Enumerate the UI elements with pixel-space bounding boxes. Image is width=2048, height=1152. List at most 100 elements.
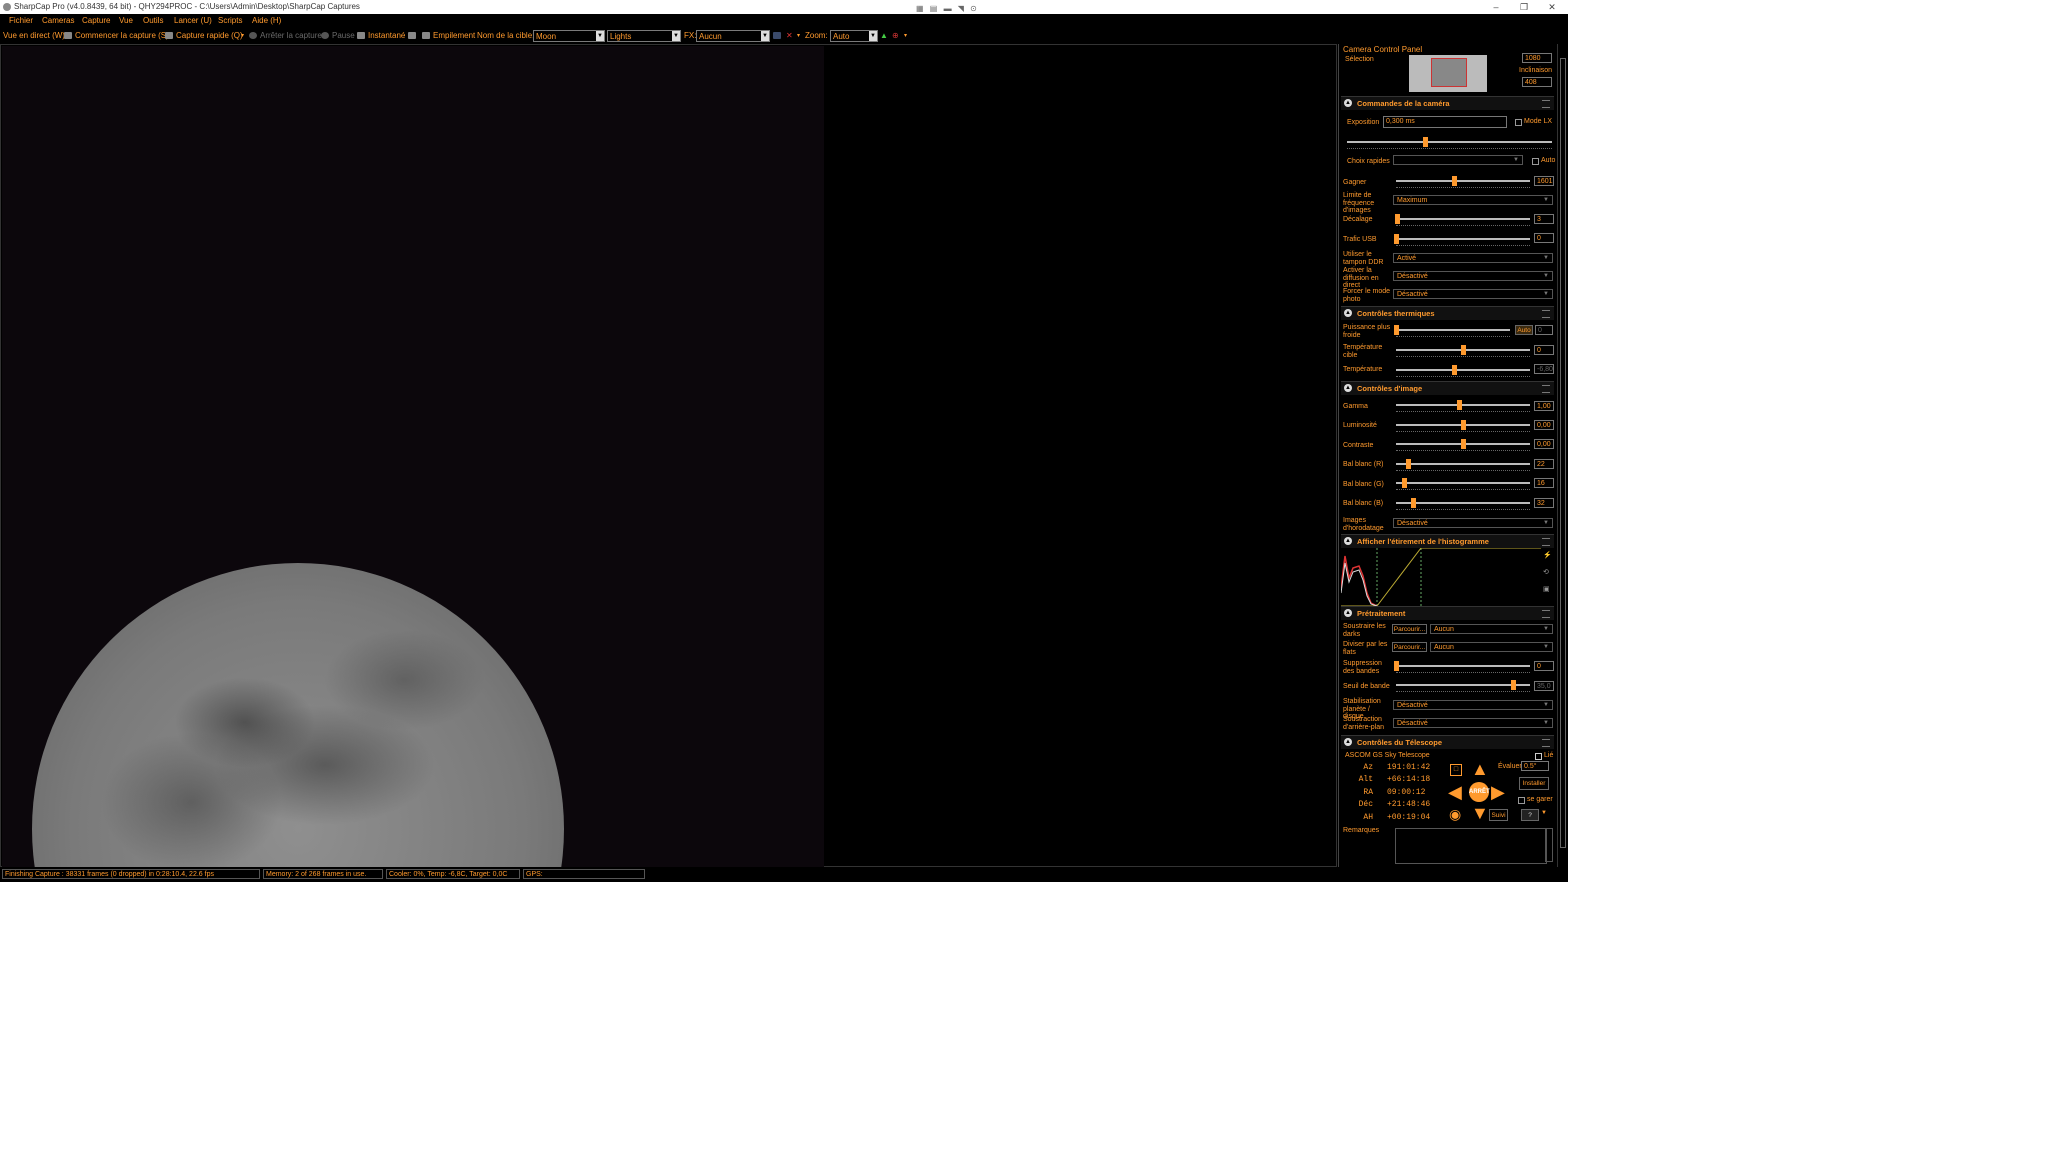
gamma-input[interactable]: 1,00 xyxy=(1534,401,1554,411)
photo-mode-select[interactable]: Désactivé ▼ xyxy=(1393,289,1553,299)
wb-green-knob[interactable] xyxy=(1402,478,1408,488)
contrast-input[interactable]: 0,00 xyxy=(1534,439,1554,449)
goto-target-icon[interactable]: ◉ xyxy=(1449,805,1461,823)
lx-mode-checkbox[interactable] xyxy=(1515,119,1522,126)
flats-browse-button[interactable]: Parcourir... xyxy=(1392,642,1427,652)
histogram-auto-icon[interactable]: ⚡ xyxy=(1543,551,1552,559)
contrast-slider[interactable] xyxy=(1396,439,1530,451)
banding-slider[interactable] xyxy=(1394,661,1530,673)
wb-red-knob[interactable] xyxy=(1406,459,1412,469)
help-dropdown-icon[interactable]: ▼ xyxy=(1541,810,1547,816)
menu-icon[interactable] xyxy=(1542,310,1550,318)
stabilize-select[interactable]: Désactivé ▼ xyxy=(1393,700,1553,710)
target-temp-slider[interactable] xyxy=(1396,345,1530,357)
chevron-up-icon[interactable]: ▲ xyxy=(1344,537,1352,545)
notes-scrollbar[interactable] xyxy=(1545,828,1553,862)
target-temp-input[interactable]: 0 xyxy=(1534,345,1554,355)
gain-input[interactable]: 1601 xyxy=(1534,176,1554,186)
menu-lancer[interactable]: Lancer (U) xyxy=(174,14,212,28)
stream-select[interactable]: Désactivé ▼ xyxy=(1393,271,1553,281)
chevron-up-icon[interactable]: ▲ xyxy=(1344,309,1352,317)
menu-icon[interactable] xyxy=(1542,385,1550,393)
gamma-knob[interactable] xyxy=(1456,400,1462,410)
wb-blue-input[interactable]: 32 xyxy=(1534,498,1554,508)
help-button[interactable]: ? xyxy=(1521,809,1539,821)
usb-input[interactable]: 0 xyxy=(1534,233,1554,243)
menu-icon[interactable] xyxy=(1542,610,1550,618)
chevron-up-icon[interactable]: ▲ xyxy=(1344,609,1352,617)
cooler-power-slider[interactable] xyxy=(1394,325,1510,337)
exposure-input[interactable]: 0,300 ms xyxy=(1383,116,1507,128)
target-name-select[interactable]: Moon ▼ xyxy=(533,30,605,42)
cooler-auto-button[interactable]: Auto xyxy=(1515,325,1533,335)
north-arrow-button[interactable]: ▲ xyxy=(1471,760,1489,778)
reticle-icon[interactable]: ✕ xyxy=(786,28,793,44)
menu-cameras[interactable]: Cameras xyxy=(42,14,74,28)
notes-textarea[interactable] xyxy=(1395,828,1547,864)
histogram-icon[interactable]: ▲ xyxy=(880,28,888,44)
snapshot-options-icon[interactable] xyxy=(408,32,416,39)
gain-knob[interactable] xyxy=(1451,176,1457,186)
snapshot-button[interactable]: Instantané xyxy=(368,28,405,44)
east-arrow-button[interactable]: ▶ xyxy=(1491,783,1505,801)
luminosity-knob[interactable] xyxy=(1461,420,1466,430)
menu-icon[interactable] xyxy=(1542,100,1550,108)
close-button[interactable]: ✕ xyxy=(1538,0,1566,14)
menu-capture[interactable]: Capture xyxy=(82,14,110,28)
wb-green-slider[interactable] xyxy=(1396,478,1530,490)
park-checkbox[interactable] xyxy=(1518,797,1525,804)
flats-select[interactable]: Aucun ▼ xyxy=(1430,642,1553,652)
reticle-dropdown-icon[interactable]: ▾ xyxy=(797,28,800,44)
wb-red-slider[interactable] xyxy=(1396,459,1530,471)
section-camera-header[interactable]: ▲ Commandes de la caméra xyxy=(1341,96,1554,110)
zoom-tool-dropdown-icon[interactable]: ▾ xyxy=(904,28,907,44)
west-arrow-button[interactable]: ◀ xyxy=(1448,783,1462,801)
background-sub-select[interactable]: Désactivé ▼ xyxy=(1393,718,1553,728)
band-threshold-knob[interactable] xyxy=(1510,680,1516,690)
menu-icon[interactable] xyxy=(1542,538,1550,546)
darks-browse-button[interactable]: Parcourir... xyxy=(1392,624,1427,634)
cooler-power-knob[interactable] xyxy=(1394,325,1399,335)
menu-aide[interactable]: Aide (H) xyxy=(252,14,281,28)
framerate-select[interactable]: Maximum ▼ xyxy=(1393,195,1553,205)
histogram-save-icon[interactable]: ▣ xyxy=(1543,585,1550,593)
exposure-slider[interactable] xyxy=(1347,137,1552,149)
section-preprocess-header[interactable]: ▲ Prétraitement xyxy=(1341,606,1554,620)
chevron-up-icon[interactable]: ▲ xyxy=(1344,738,1352,746)
usb-slider[interactable] xyxy=(1394,234,1530,246)
chevron-up-icon[interactable]: ▲ xyxy=(1344,384,1352,392)
offset-input[interactable]: 3 xyxy=(1534,214,1554,224)
target-temp-knob[interactable] xyxy=(1461,345,1466,355)
usb-knob[interactable] xyxy=(1394,234,1399,244)
offset-knob[interactable] xyxy=(1395,214,1401,224)
telescope-linked-checkbox[interactable] xyxy=(1535,753,1542,760)
auto-checkbox[interactable] xyxy=(1532,158,1539,165)
scrollbar-thumb[interactable] xyxy=(1560,58,1566,848)
darks-select[interactable]: Aucun ▼ xyxy=(1430,624,1553,634)
inclination-input[interactable]: 408 xyxy=(1522,77,1552,87)
zoom-tool-icon[interactable]: ⊕ xyxy=(892,28,899,44)
panel-scrollbar[interactable] xyxy=(1557,44,1568,867)
histogram-graph[interactable] xyxy=(1341,548,1541,606)
stop-button[interactable]: ARRÊT xyxy=(1469,782,1490,802)
section-telescope-header[interactable]: ▲ Contrôles du Télescope xyxy=(1341,735,1554,749)
band-threshold-slider[interactable] xyxy=(1396,680,1530,692)
install-button[interactable]: Installer xyxy=(1519,777,1549,790)
luminosity-slider[interactable] xyxy=(1396,420,1530,432)
quick-capture-button[interactable]: Capture rapide (Q) xyxy=(176,28,243,44)
luminosity-input[interactable]: 0,00 xyxy=(1534,420,1554,430)
banding-input[interactable]: 0 xyxy=(1534,661,1554,671)
frame-type-select[interactable]: Lights ▼ xyxy=(607,30,681,42)
section-histogram-header[interactable]: ▲ Afficher l'étirement de l'histogramme xyxy=(1341,534,1554,548)
ddr-select[interactable]: Activé ▼ xyxy=(1393,253,1553,263)
slew-to-icon[interactable]: □ xyxy=(1450,764,1462,776)
south-arrow-button[interactable]: ▼ xyxy=(1471,804,1489,822)
quick-capture-dropdown-icon[interactable]: ▾ xyxy=(241,28,244,44)
selection-width-input[interactable]: 1080 xyxy=(1522,53,1552,63)
tracking-button[interactable]: Suivi xyxy=(1489,809,1508,821)
fx-select[interactable]: Aucun ▼ xyxy=(696,30,770,42)
rate-select[interactable]: 0.5° xyxy=(1521,761,1549,771)
maximize-button[interactable]: ❐ xyxy=(1510,0,1538,14)
gain-slider[interactable] xyxy=(1396,176,1530,188)
pause-button[interactable]: Pause xyxy=(332,28,355,44)
